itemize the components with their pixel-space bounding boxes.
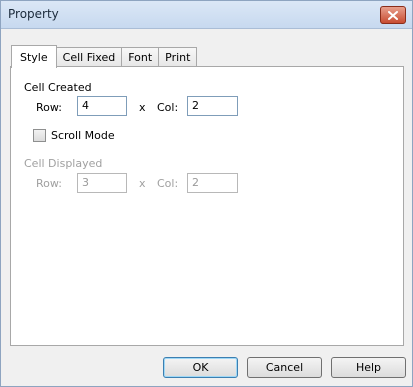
created-col-input[interactable]: 2 bbox=[187, 96, 238, 116]
scroll-mode-checkbox[interactable] bbox=[33, 129, 46, 142]
tab-strip: Style Cell Fixed Font Print bbox=[11, 45, 198, 68]
tab-style[interactable]: Style bbox=[11, 45, 57, 68]
displayed-x-label: x bbox=[139, 177, 146, 190]
title-bar[interactable]: Property bbox=[1, 1, 412, 29]
scroll-mode-label[interactable]: Scroll Mode bbox=[51, 129, 115, 142]
cell-created-heading: Cell Created bbox=[24, 81, 92, 94]
cancel-button[interactable]: Cancel bbox=[247, 357, 322, 378]
help-button[interactable]: Help bbox=[331, 357, 406, 378]
displayed-row-label: Row: bbox=[36, 177, 62, 190]
displayed-col-label: Col: bbox=[157, 177, 179, 190]
tab-print[interactable]: Print bbox=[158, 47, 198, 67]
cell-displayed-heading: Cell Displayed bbox=[24, 157, 103, 170]
tab-cell-fixed[interactable]: Cell Fixed bbox=[55, 47, 123, 67]
property-dialog: Property Style Cell Fixed Font Print Cel… bbox=[0, 0, 413, 387]
displayed-row-input[interactable]: 3 bbox=[77, 173, 127, 193]
created-row-input[interactable]: 4 bbox=[77, 96, 127, 116]
window-title: Property bbox=[8, 7, 59, 21]
tab-font[interactable]: Font bbox=[121, 47, 160, 67]
displayed-col-input[interactable]: 2 bbox=[187, 173, 238, 193]
created-col-label: Col: bbox=[157, 101, 179, 114]
created-row-label: Row: bbox=[36, 101, 62, 114]
close-icon bbox=[388, 10, 398, 20]
ok-button[interactable]: OK bbox=[163, 357, 238, 378]
style-tab-panel: Cell Created Row: 4 x Col: 2 Scroll Mode… bbox=[10, 66, 404, 346]
created-x-label: x bbox=[139, 101, 146, 114]
close-button[interactable] bbox=[380, 6, 406, 24]
